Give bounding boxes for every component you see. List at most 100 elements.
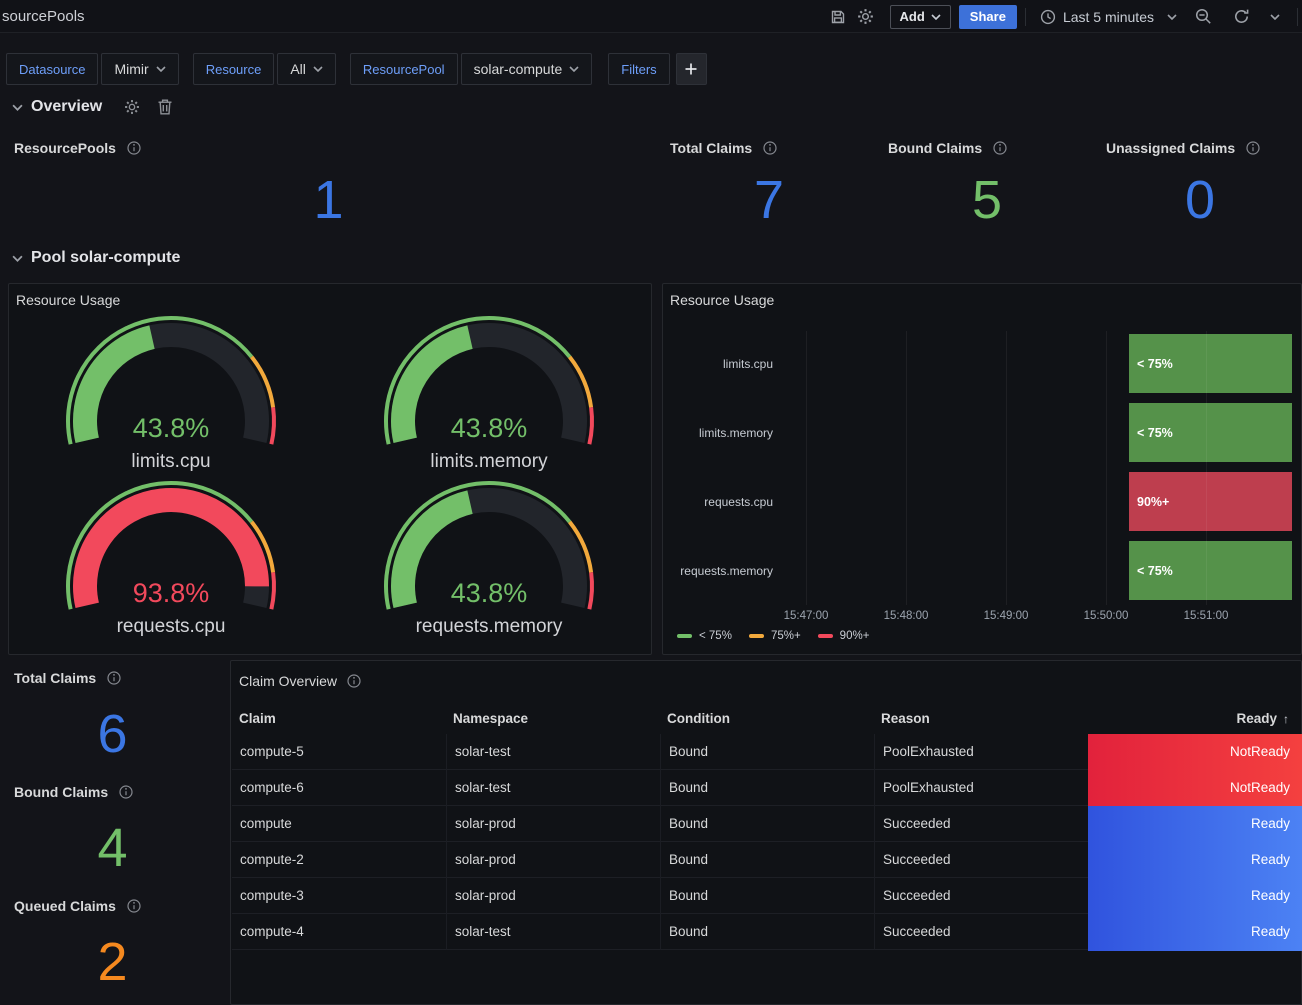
info-icon[interactable] <box>127 899 141 913</box>
chevron-down-icon <box>12 104 23 111</box>
gauge-arc: 43.8% <box>61 309 281 459</box>
stat-title-text: Queued Claims <box>14 898 116 914</box>
filters-button[interactable]: Filters <box>608 53 669 85</box>
row-overview[interactable]: Overview <box>12 98 172 116</box>
panel-title: Resource Usage <box>670 292 774 308</box>
legend-label: 90%+ <box>840 630 870 642</box>
row-settings-icon[interactable] <box>124 99 140 115</box>
share-button[interactable]: Share <box>959 5 1017 29</box>
filter-label-datasource[interactable]: Datasource <box>6 53 98 85</box>
timeline-state-bar: < 75% <box>1129 541 1292 600</box>
gauge-series-label: limits.memory <box>359 451 619 473</box>
gauge-series-label: requests.cpu <box>41 616 301 638</box>
resource-usage-timeline-panel: Resource Usage limits.cpu< 75%limits.mem… <box>662 283 1302 655</box>
cell-reason: Succeeded <box>874 878 1088 914</box>
timeline-row-label: requests.memory <box>663 564 773 578</box>
add-button-label: Add <box>900 9 925 24</box>
legend-item[interactable]: < 75% <box>677 630 732 642</box>
legend-item[interactable]: 90%+ <box>818 630 870 642</box>
cell-namespace: solar-test <box>446 770 660 806</box>
cell-condition: Bound <box>660 734 874 770</box>
timeline-row-label: requests.cpu <box>663 495 773 509</box>
filter-value-resourcepool[interactable]: solar-compute <box>461 53 593 85</box>
gauge-arc: 43.8% <box>379 309 599 459</box>
info-icon[interactable] <box>1246 141 1260 155</box>
gauge-arc: 93.8% <box>61 474 281 624</box>
cell-condition: Bound <box>660 878 874 914</box>
filter-label-resource[interactable]: Resource <box>193 53 275 85</box>
filter-label-text: ResourcePool <box>363 62 445 77</box>
stat-value: 7 <box>662 170 876 230</box>
filter-label-text: Datasource <box>19 62 85 77</box>
row-pool[interactable]: Pool solar-compute <box>12 249 180 267</box>
cell-reason: PoolExhausted <box>874 734 1088 770</box>
filter-value-resource[interactable]: All <box>277 53 336 85</box>
stat-title: Total Claims <box>14 670 121 686</box>
legend-item[interactable]: 75%+ <box>749 630 801 642</box>
chevron-down-icon <box>1270 14 1280 20</box>
dashboard-settings-icon[interactable] <box>852 5 880 29</box>
stat-title: Bound Claims <box>888 140 1007 156</box>
panel-title: Claim Overview <box>239 673 361 689</box>
column-header-ready[interactable]: Ready↑ <box>1236 704 1289 734</box>
resource-usage-gauge-panel: Resource Usage 43.8%limits.cpu43.8%limit… <box>8 283 652 655</box>
cell-condition: Bound <box>660 770 874 806</box>
adhoc-filters: Datasource Mimir ResourceAll ResourcePool so… <box>6 53 606 85</box>
column-header-reason[interactable]: Reason <box>881 704 930 734</box>
cell-ready: NotReady <box>1088 770 1302 807</box>
stat-title-text: Bound Claims <box>888 140 982 156</box>
row-delete-trash-icon[interactable] <box>158 99 172 115</box>
info-icon[interactable] <box>107 671 121 685</box>
gauge-limits.cpu: 43.8%limits.cpu <box>41 309 301 489</box>
info-icon[interactable] <box>993 141 1007 155</box>
cell-namespace: solar-test <box>446 914 660 950</box>
stat-title: Unassigned Claims <box>1106 140 1260 156</box>
overview-stat-resourcepools: ResourcePools1 <box>0 130 657 232</box>
row-title-pool: Pool solar-compute <box>31 249 180 267</box>
grid-line <box>1206 331 1207 605</box>
legend-swatch <box>818 634 833 639</box>
stat-title-text: Total Claims <box>14 670 96 686</box>
timeline-row-label: limits.memory <box>663 426 773 440</box>
zoom-out-icon[interactable] <box>1189 5 1217 29</box>
info-icon[interactable] <box>347 674 361 688</box>
table-row: computesolar-prodBoundSucceededReady <box>232 806 1302 842</box>
stat-value: 4 <box>0 818 225 878</box>
cell-namespace: solar-prod <box>446 842 660 878</box>
save-icon[interactable] <box>824 5 852 29</box>
refresh-icon[interactable] <box>1227 5 1255 29</box>
time-range-picker[interactable]: Last 5 minutes <box>1034 9 1183 25</box>
plus-icon <box>685 63 697 75</box>
timeline-state-label: < 75% <box>1129 564 1173 578</box>
chevron-down-icon <box>156 66 166 72</box>
cell-namespace: solar-prod <box>446 806 660 842</box>
add-filter-button[interactable] <box>676 53 707 85</box>
grid-line <box>906 331 907 605</box>
column-header-namespace[interactable]: Namespace <box>453 704 528 734</box>
column-header-condition[interactable]: Condition <box>667 704 730 734</box>
chevron-down-icon <box>12 255 23 262</box>
stat-title: Bound Claims <box>14 784 133 800</box>
filter-bar: Datasource Mimir ResourceAll ResourcePool so… <box>6 53 707 85</box>
panel-title-text: Claim Overview <box>239 673 337 689</box>
gauge-limits.memory: 43.8%limits.memory <box>359 309 619 489</box>
topbar-actions: Add Share Last 5 minutes <box>824 0 1302 33</box>
gauge-requests.cpu: 93.8%requests.cpu <box>41 474 301 654</box>
add-button[interactable]: Add <box>890 5 951 29</box>
info-icon[interactable] <box>119 785 133 799</box>
timeline-state-bar: 90%+ <box>1129 472 1292 531</box>
topbar-divider <box>1025 8 1026 26</box>
stat-value: 6 <box>0 704 225 764</box>
cell-ready: Ready <box>1088 806 1302 843</box>
filter-label-resourcepool[interactable]: ResourcePool <box>350 53 458 85</box>
column-header-claim[interactable]: Claim <box>239 704 276 734</box>
chevron-down-icon <box>1167 14 1177 20</box>
overview-stat-unassigned-claims: Unassigned Claims0 <box>1098 130 1302 232</box>
info-icon[interactable] <box>763 141 777 155</box>
refresh-interval-caret[interactable] <box>1261 5 1289 29</box>
filter-value-datasource[interactable]: Mimir <box>101 53 178 85</box>
legend-swatch <box>749 634 764 639</box>
cell-reason: PoolExhausted <box>874 770 1088 806</box>
x-axis-tick: 15:48:00 <box>884 610 929 622</box>
info-icon[interactable] <box>127 141 141 155</box>
